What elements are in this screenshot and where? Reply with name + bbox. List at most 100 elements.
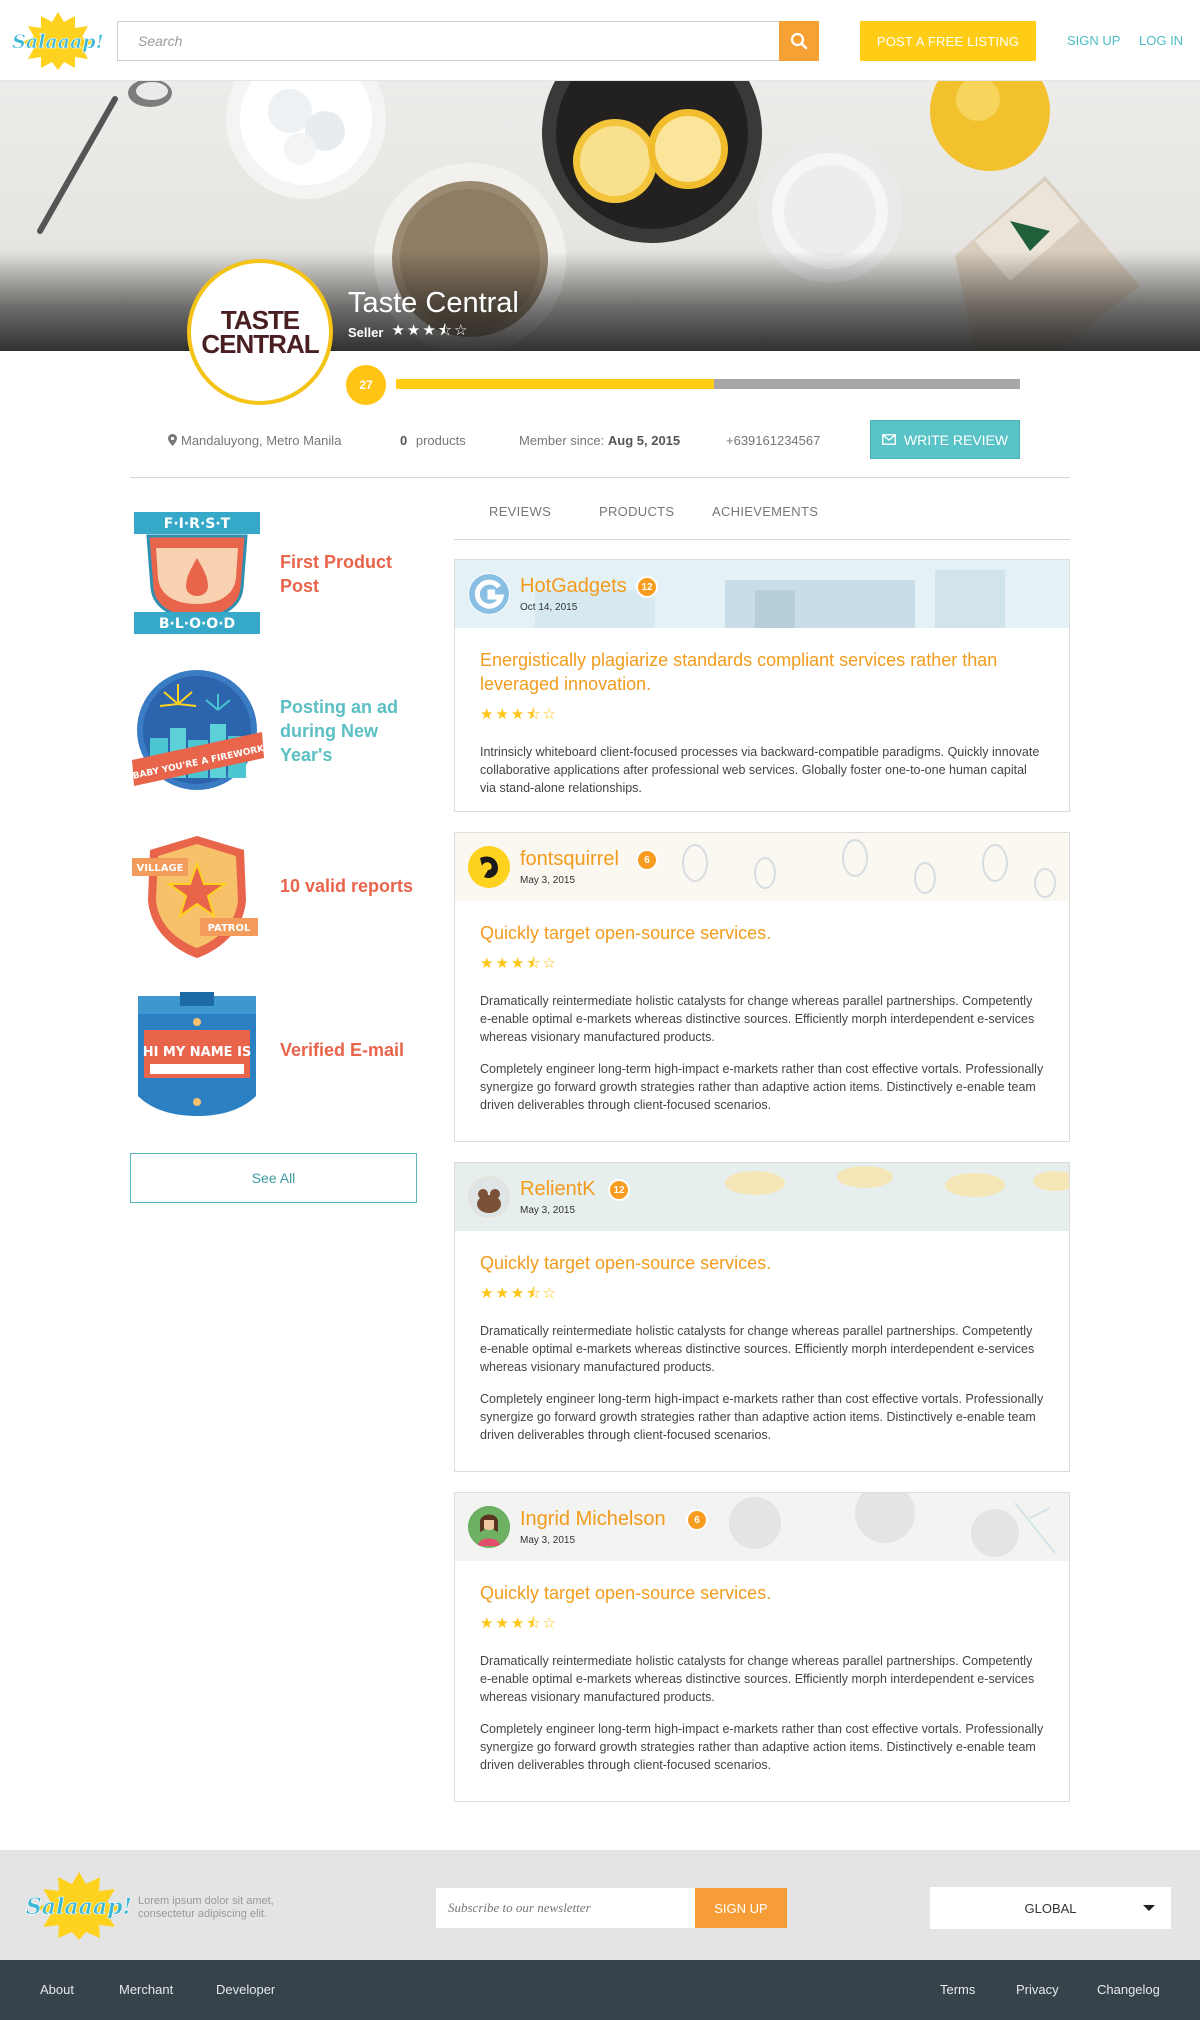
reviewer-name[interactable]: RelientK [520,1178,596,1201]
newsletter-email-input[interactable] [436,1888,694,1928]
village-patrol-badge-icon: VILLAGE PATROL [132,836,258,958]
fontsquirrel-logo-icon [469,847,509,887]
reviewer-avatar[interactable] [468,846,510,888]
reviewer-name[interactable]: Ingrid Michelson [520,1508,666,1531]
store-cover-photo [0,81,1200,351]
review-paragraph: Dramatically reintermediate holistic cat… [480,994,1035,1044]
level-progress-bar [396,379,1020,389]
review-date: May 3, 2015 [520,875,576,886]
reviewer-level-badge: 12 [636,576,658,598]
member-since-date: Aug 5, 2015 [607,433,681,448]
review-header: HotGadgets 12 Oct 14, 2015 [455,560,1069,628]
store-logo: TASTE CENTRAL [187,259,333,405]
review-card: RelientK 12 May 3, 2015 Quickly target o… [454,1162,1070,1472]
achievement-new-years-ad: BABY YOU'RE A FIREWORK Posting an ad dur… [130,668,420,798]
footer-description-line1: Lorem ipsum dolor sit amet, [138,1895,274,1907]
level-progress-fill [396,379,715,389]
review-body: Energistically plagiarize standards comp… [455,628,1069,817]
svg-text:Salaaap!: Salaaap! [26,1894,132,1920]
site-header: Salaaap! POST A FREE LISTING SIGN UP LOG… [0,0,1200,81]
newsletter-field-wrapper [436,1888,696,1928]
map-pin-icon [168,434,177,446]
reviewer-avatar[interactable] [468,573,510,615]
store-level-badge: 27 [346,365,386,405]
review-rating-stars: ★★★⯪☆ [480,706,558,723]
achievement-verified-email: HI MY NAME IS Verified E-mail [130,988,420,1118]
svg-text:PATROL: PATROL [208,923,251,934]
reviewer-name[interactable]: HotGadgets [520,575,627,598]
search-input[interactable] [118,22,778,60]
footer-link-about[interactable]: About [40,1982,74,1997]
review-body: Quickly target open-source services. ★★★… [455,1231,1069,1464]
envelope-icon [881,434,896,445]
log-in-link[interactable]: LOG IN [1139,33,1183,48]
footer-link-merchant[interactable]: Merchant [119,1982,173,1997]
reviewer-level-badge: 12 [608,1179,630,1201]
footer-salaaap-logo[interactable]: Salaaap! [24,1870,134,1940]
review-body: Quickly target open-source services. ★★★… [455,901,1069,1134]
tab-products[interactable]: PRODUCTS [599,504,674,519]
search-icon [790,32,808,50]
svg-text:Salaaap!: Salaaap! [12,31,104,53]
review-rating-stars: ★★★⯪☆ [480,1285,558,1302]
svg-text:F·I·R·S·T: F·I·R·S·T [164,516,231,532]
review-card: HotGadgets 12 Oct 14, 2015 Energisticall… [454,559,1070,812]
review-date: May 3, 2015 [520,1205,576,1216]
review-header: RelientK 12 May 3, 2015 [455,1163,1069,1231]
newsletter-sign-up-button[interactable]: SIGN UP [695,1888,787,1928]
review-header: fontsquirrel 6 May 3, 2015 [455,833,1069,901]
seller-label: Seller [348,325,384,340]
review-date: Oct 14, 2015 [520,602,578,613]
review-body: Quickly target open-source services. ★★★… [455,1561,1069,1794]
tab-achievements[interactable]: ACHIEVEMENTS [712,504,818,519]
post-free-listing-button[interactable]: POST A FREE LISTING [860,21,1036,61]
review-date: May 3, 2015 [520,1535,576,1546]
profile-tabs: REVIEWS PRODUCTS ACHIEVEMENTS [454,494,1070,540]
review-paragraph: Completely engineer long-term high-impac… [480,1722,1044,1772]
store-products-count: 0 products [400,433,466,448]
reviewer-avatar[interactable] [468,1176,510,1218]
achievement-label: Verified E-mail [280,1040,405,1060]
review-paragraph: Dramatically reintermediate holistic cat… [480,1324,1035,1374]
reviewer-level-badge: 6 [686,1509,708,1531]
review-title: Quickly target open-source services. [480,1253,772,1273]
review-paragraph: Completely engineer long-term high-impac… [480,1062,1044,1112]
seller-rating-row: Seller ★★★⯪☆ [348,320,469,345]
member-since-label: Member since: [519,433,605,448]
search-bar [117,21,819,61]
svg-text:HI MY NAME IS: HI MY NAME IS [143,1045,252,1060]
region-select[interactable]: GLOBAL [930,1887,1171,1929]
store-logo-line2: CENTRAL [201,329,319,359]
review-paragraph: Intrinsicly whiteboard client-focused pr… [480,745,1040,795]
see-all-achievements-button[interactable]: See All [130,1153,417,1203]
hotgadgets-logo-icon [469,574,509,614]
review-card: Ingrid Michelson 6 May 3, 2015 Quickly t… [454,1492,1070,1802]
store-member-since: Member since: Aug 5, 2015 [519,433,680,448]
review-paragraph: Completely engineer long-term high-impac… [480,1392,1044,1442]
sign-up-link[interactable]: SIGN UP [1067,33,1120,48]
svg-text:B·L·O·O·D: B·L·O·O·D [159,616,235,632]
footer-link-privacy[interactable]: Privacy [1016,1982,1059,1997]
footer-link-developer[interactable]: Developer [216,1982,275,1997]
tab-reviews[interactable]: REVIEWS [489,504,551,519]
relientk-avatar-icon [469,1177,509,1217]
footer-description-line2: consectetur adipiscing elit. [138,1908,268,1920]
footer-description: Lorem ipsum dolor sit amet, consectetur … [138,1895,274,1921]
review-title: Quickly target open-source services. [480,923,772,943]
write-review-label: WRITE REVIEW [903,431,1009,448]
footer-top: Salaaap! Lorem ipsum dolor sit amet, con… [0,1850,1200,1960]
reviewer-name[interactable]: fontsquirrel [520,848,619,871]
review-title: Energistically plagiarize standards comp… [480,650,998,694]
review-rating-stars: ★★★⯪☆ [480,955,558,972]
reviewer-avatar[interactable] [468,1506,510,1548]
search-button[interactable] [779,21,819,61]
footer-link-changelog[interactable]: Changelog [1097,1982,1160,1997]
salaaap-logo[interactable]: Salaaap! [12,10,104,70]
review-rating-stars: ★★★⯪☆ [480,1615,558,1632]
footer-link-terms[interactable]: Terms [940,1982,975,1997]
write-review-button[interactable]: WRITE REVIEW [870,420,1020,459]
first-blood-badge-icon: F·I·R·S·T B·L·O·O·D [134,512,260,634]
products-count-label: products [415,433,466,448]
region-select-value: GLOBAL [1024,1900,1077,1916]
review-card: fontsquirrel 6 May 3, 2015 Quickly targe… [454,832,1070,1142]
